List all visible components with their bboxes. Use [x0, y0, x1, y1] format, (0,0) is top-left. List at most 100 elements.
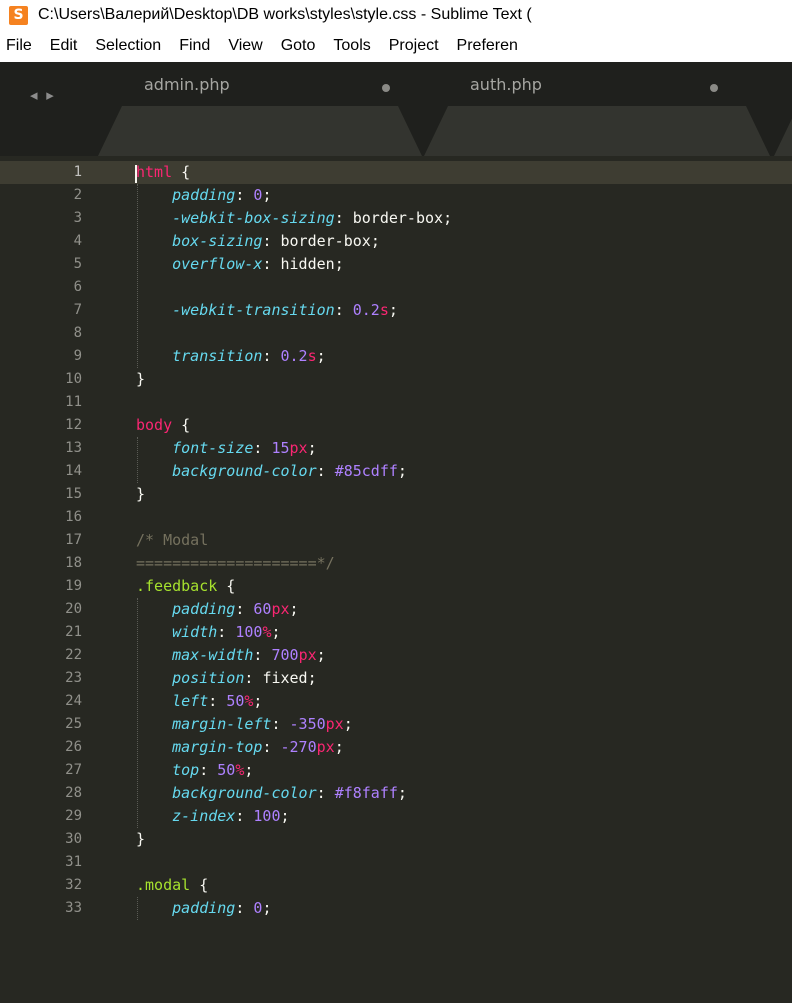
- line-number: 18: [65, 555, 82, 571]
- code-token: font-size: [172, 439, 254, 457]
- code-editor[interactable]: 1 html {2 padding: 0; 3 -webkit-box-sizing…: [0, 156, 792, 1003]
- code-text: -webkit-box-sizing: border-box;: [136, 207, 452, 230]
- code-line[interactable]: 23 position: fixed;: [0, 667, 792, 690]
- code-line[interactable]: 25 margin-left: -350px;: [0, 713, 792, 736]
- menu-view[interactable]: View: [219, 37, 271, 55]
- menu-preferences[interactable]: Preferen: [448, 37, 527, 55]
- tab-admin-modified-icon[interactable]: [382, 84, 390, 92]
- code-line[interactable]: 4 box-sizing: border-box;: [0, 230, 792, 253]
- code-line[interactable]: 30}: [0, 828, 792, 851]
- code-line[interactable]: 7 -webkit-transition: 0.2s;: [0, 299, 792, 322]
- code-token: ;: [334, 738, 344, 756]
- code-token: s: [307, 347, 317, 365]
- tab-next-shape[interactable]: [774, 106, 792, 156]
- code-token: :: [262, 347, 281, 365]
- code-token: :: [217, 623, 236, 641]
- code-line[interactable]: 9 transition: 0.2s;: [0, 345, 792, 368]
- code-token: -270: [280, 738, 317, 756]
- code-text: body {: [136, 414, 190, 437]
- code-token: -350: [289, 715, 326, 733]
- code-token: 700: [271, 646, 299, 664]
- tab-auth-shape[interactable]: [424, 106, 770, 156]
- code-line[interactable]: 2 padding: 0;: [0, 184, 792, 207]
- code-line[interactable]: 3 -webkit-box-sizing: border-box;: [0, 207, 792, 230]
- menu-goto[interactable]: Goto: [272, 37, 325, 55]
- code-line[interactable]: 33 padding: 0;: [0, 897, 792, 920]
- code-line[interactable]: 28 background-color: #f8faff;: [0, 782, 792, 805]
- code-line[interactable]: 31: [0, 851, 792, 874]
- code-line[interactable]: 17 /* Modal: [0, 529, 792, 552]
- tab-admin-shape[interactable]: [98, 106, 422, 156]
- code-token: :: [235, 807, 254, 825]
- code-token: ;: [443, 209, 453, 227]
- code-text: padding: 0;: [136, 897, 271, 920]
- code-line[interactable]: 6: [0, 276, 792, 299]
- code-line[interactable]: 10}: [0, 368, 792, 391]
- code-token: html: [136, 163, 173, 181]
- line-number: 2: [73, 187, 82, 203]
- code-token: :: [262, 255, 281, 273]
- code-line[interactable]: 14 background-color: #85cdff;: [0, 460, 792, 483]
- tab-auth-modified-icon[interactable]: [710, 84, 718, 92]
- code-line[interactable]: 8: [0, 322, 792, 345]
- code-text: position: fixed;: [136, 667, 317, 690]
- menu-tools[interactable]: Tools: [324, 37, 379, 55]
- code-line[interactable]: 13 font-size: 15px;: [0, 437, 792, 460]
- code-token: px: [289, 439, 308, 457]
- code-text: ====================*/: [136, 552, 335, 575]
- code-line[interactable]: 18 ====================*/: [0, 552, 792, 575]
- code-text: top: 50%;: [136, 759, 253, 782]
- code-token: position: [172, 669, 245, 687]
- code-line[interactable]: 5 overflow-x: hidden;: [0, 253, 792, 276]
- code-token: width: [172, 623, 218, 641]
- code-line[interactable]: 12 body {: [0, 414, 792, 437]
- code-token: :: [262, 738, 281, 756]
- code-line[interactable]: 15}: [0, 483, 792, 506]
- code-token: px: [316, 738, 335, 756]
- code-line[interactable]: 27 top: 50%;: [0, 759, 792, 782]
- code-token: :: [316, 784, 335, 802]
- code-token: .modal: [136, 876, 191, 894]
- code-line[interactable]: 32 .modal {: [0, 874, 792, 897]
- menu-find[interactable]: Find: [170, 37, 219, 55]
- code-token: overflow-x: [172, 255, 263, 273]
- line-number: 23: [65, 670, 82, 686]
- menu-edit[interactable]: Edit: [41, 37, 87, 55]
- menu-selection[interactable]: Selection: [86, 37, 170, 55]
- code-text: font-size: 15px;: [136, 437, 317, 460]
- code-token: ;: [289, 600, 299, 618]
- menu-file[interactable]: File: [0, 37, 41, 55]
- line-number: 17: [65, 532, 82, 548]
- code-line[interactable]: 21 width: 100%;: [0, 621, 792, 644]
- code-line[interactable]: 26 margin-top: -270px;: [0, 736, 792, 759]
- code-line[interactable]: 1 html {: [0, 161, 792, 184]
- tab-admin-label[interactable]: admin.php: [144, 75, 230, 94]
- code-line[interactable]: 16: [0, 506, 792, 529]
- code-token: ;: [307, 669, 317, 687]
- code-line[interactable]: 29 z-index: 100;: [0, 805, 792, 828]
- code-token: transition: [172, 347, 263, 365]
- code-text: transition: 0.2s;: [136, 345, 326, 368]
- line-number: 11: [65, 394, 82, 410]
- line-number: 19: [65, 578, 82, 594]
- menu-project[interactable]: Project: [380, 37, 448, 55]
- code-text: -webkit-transition: 0.2s;: [136, 299, 398, 322]
- tab-auth-label[interactable]: auth.php: [470, 75, 542, 94]
- code-token: px: [325, 715, 344, 733]
- code-token: }: [136, 485, 146, 503]
- code-token: :: [271, 715, 290, 733]
- code-line[interactable]: 11: [0, 391, 792, 414]
- code-line[interactable]: 19 .feedback {: [0, 575, 792, 598]
- code-line[interactable]: 20 padding: 60px;: [0, 598, 792, 621]
- line-number: 10: [65, 371, 82, 387]
- code-text: background-color: #85cdff;: [136, 460, 407, 483]
- code-line[interactable]: 22 max-width: 700px;: [0, 644, 792, 667]
- line-number: 24: [65, 693, 82, 709]
- code-line[interactable]: 24 left: 50%;: [0, 690, 792, 713]
- code-token: 0.2: [352, 301, 380, 319]
